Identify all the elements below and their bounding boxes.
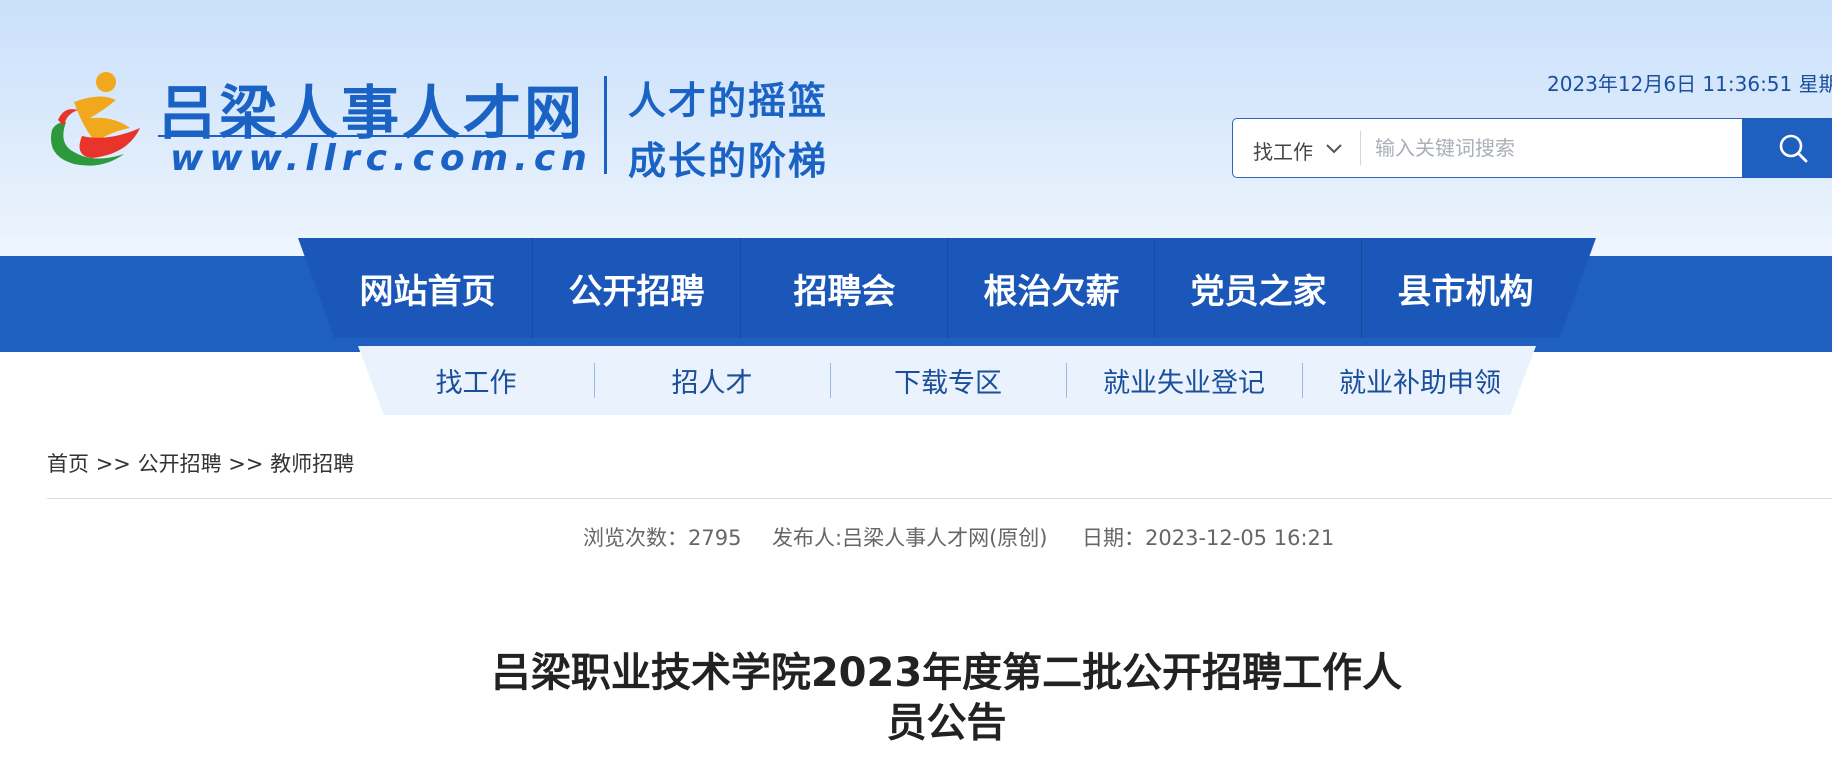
slogan-line-2: 成长的阶梯: [628, 139, 829, 183]
article-title-line-1: 吕梁职业技术学院2023年度第二批公开招聘工作人: [490, 650, 1403, 696]
article-title-line-2: 员公告: [886, 700, 1007, 746]
breadcrumb: 首页 >> 公开招聘 >> 教师招聘: [47, 448, 354, 478]
search-icon: [1779, 134, 1808, 163]
article-title: 吕梁职业技术学院2023年度第二批公开招聘工作人 员公告: [400, 648, 1493, 748]
breadcrumb-home[interactable]: 首页: [47, 452, 89, 476]
subnav-item-downloads[interactable]: 下载专区: [830, 346, 1066, 415]
subnav-item-find-job[interactable]: 找工作: [358, 346, 594, 415]
view-count-label: 浏览次数：: [583, 526, 688, 550]
search-divider: [1360, 131, 1361, 165]
search-category-select[interactable]: 找工作: [1233, 119, 1361, 177]
view-count: 浏览次数：2795: [583, 522, 741, 552]
subnav-item-subsidy-application[interactable]: 就业补助申领: [1302, 346, 1538, 415]
breadcrumb-public-recruitment[interactable]: 公开招聘: [138, 452, 222, 476]
subnav-item-recruit-talent[interactable]: 招人才: [594, 346, 830, 415]
publish-date-value: 2023-12-05 16:21: [1145, 526, 1335, 550]
nav-item-job-fair[interactable]: 招聘会: [741, 238, 948, 338]
logo-icon[interactable]: [44, 70, 146, 172]
logo-underline: [158, 135, 574, 137]
search-category-label: 找工作: [1253, 140, 1313, 164]
breadcrumb-teacher-recruitment[interactable]: 教师招聘: [270, 452, 354, 476]
breadcrumb-separator: >>: [228, 452, 264, 476]
nav-item-public-recruitment[interactable]: 公开招聘: [533, 238, 740, 338]
content-divider: [47, 498, 1832, 499]
nav-item-home[interactable]: 网站首页: [324, 238, 531, 338]
slogan-line-1: 人才的摇篮: [628, 79, 829, 123]
search-input[interactable]: [1373, 125, 1667, 171]
search-button[interactable]: [1742, 118, 1832, 178]
nav-item-wage-arrears[interactable]: 根治欠薪: [948, 238, 1155, 338]
breadcrumb-separator: >>: [95, 452, 131, 476]
publisher: 发布人:吕梁人事人才网(原创): [772, 526, 1048, 550]
nav-item-party-home[interactable]: 党员之家: [1155, 238, 1362, 338]
view-count-value: 2795: [688, 526, 742, 550]
current-datetime: 2023年12月6日 11:36:51 星期三: [1547, 72, 1832, 96]
publish-date-label: 日期：: [1082, 526, 1145, 550]
subnav-item-employment-registration[interactable]: 就业失业登记: [1066, 346, 1302, 415]
site-url: www.llrc.com.cn: [170, 138, 593, 179]
nav-item-county-agencies[interactable]: 县市机构: [1362, 238, 1569, 338]
chevron-down-icon: [1326, 144, 1342, 154]
logo-divider: [604, 76, 607, 174]
publish-date: 日期：2023-12-05 16:21: [1082, 522, 1334, 552]
